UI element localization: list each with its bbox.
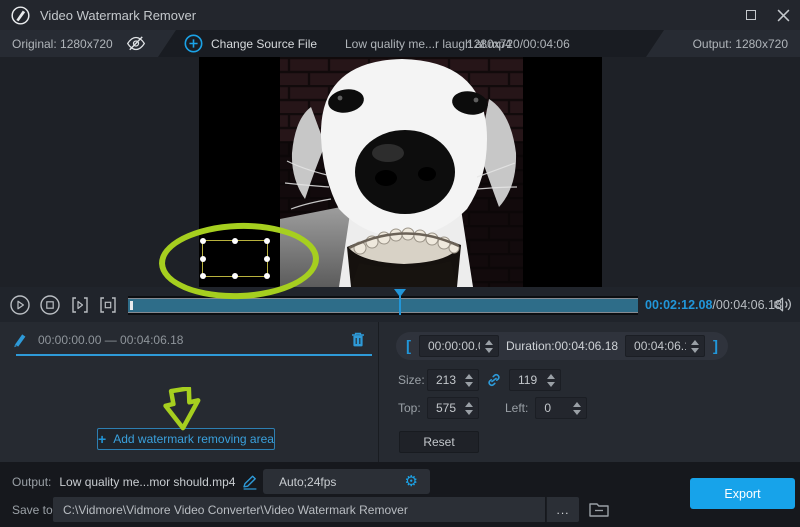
resize-handle[interactable] <box>264 256 270 262</box>
change-source-file-button[interactable]: Change Source File <box>184 30 317 57</box>
resize-handle[interactable] <box>232 238 238 244</box>
set-out-bracket-button[interactable]: ] <box>712 338 719 355</box>
stop-button[interactable] <box>40 295 60 315</box>
start-time-field <box>419 335 499 357</box>
bottom-bar: Output: Low quality me...mor should.mp4 … <box>0 462 800 527</box>
delete-watermark-icon[interactable] <box>350 331 366 348</box>
rename-pencil-icon[interactable] <box>241 474 259 490</box>
export-button[interactable]: Export <box>690 478 795 509</box>
watermark-time-range: 00:00:00.00 — 00:04:06.18 <box>38 333 183 347</box>
resize-handle[interactable] <box>264 273 270 279</box>
set-start-point-button[interactable] <box>70 295 90 315</box>
top-label: Top: <box>398 401 427 415</box>
play-button[interactable] <box>10 295 30 315</box>
resize-handle[interactable] <box>200 256 206 262</box>
open-folder-icon[interactable] <box>588 500 610 518</box>
size-label: Size: <box>398 373 427 387</box>
save-to-label: Save to: <box>12 503 56 517</box>
size-width-input[interactable] <box>428 373 460 387</box>
original-resolution-label: Original: 1280x720 <box>12 37 113 51</box>
maximize-icon <box>746 10 756 20</box>
size-row: Size: <box>398 369 561 391</box>
position-row: Top: Left: <box>398 397 587 419</box>
output-format-combo[interactable]: Auto;24fps ⚙ <box>263 469 430 494</box>
resize-handle[interactable] <box>264 238 270 244</box>
format-settings-gear-icon[interactable]: ⚙ <box>405 474 418 489</box>
video-stage <box>0 57 800 287</box>
left-spinner[interactable] <box>568 402 586 415</box>
middle-panel: 00:00:00.00 — 00:04:06.18 + Add watermar… <box>0 322 800 462</box>
toolbar: Original: 1280x720 Change Source File Lo… <box>0 30 800 57</box>
change-source-label: Change Source File <box>211 37 317 51</box>
current-time: 00:02:12.08 <box>645 298 712 312</box>
left-input[interactable] <box>536 401 568 415</box>
app-logo-icon <box>10 5 31 26</box>
watermark-brush-icon <box>12 331 29 348</box>
selected-track-indicator <box>16 354 372 356</box>
save-to-row: Save to: <box>12 498 56 522</box>
time-range-group: [ Duration:00:04:06.18 ] <box>396 332 728 360</box>
resize-handle[interactable] <box>232 273 238 279</box>
time-display: 00:02:12.08/00:04:06.18 <box>645 287 782 322</box>
watermark-selection-box[interactable] <box>202 240 268 277</box>
original-resolution-segment: Original: 1280x720 <box>0 30 176 57</box>
total-time: /00:04:06.18 <box>712 298 782 312</box>
reset-button[interactable]: Reset <box>399 431 479 453</box>
plus-icon: + <box>98 432 106 446</box>
start-time-spinner[interactable] <box>480 340 498 353</box>
end-time-input[interactable] <box>626 339 686 353</box>
output-label: Output: <box>12 475 51 489</box>
plus-circle-icon <box>184 34 203 53</box>
start-time-input[interactable] <box>420 339 480 353</box>
preview-eye-icon[interactable] <box>126 34 146 53</box>
timeline-slider[interactable] <box>128 298 638 313</box>
size-height-spinner[interactable] <box>542 374 560 387</box>
save-path-input[interactable] <box>53 503 545 517</box>
close-icon <box>777 9 790 22</box>
watermark-track-row[interactable]: 00:00:00.00 — 00:04:06.18 <box>0 325 378 356</box>
resize-handle[interactable] <box>200 238 206 244</box>
window-title: Video Watermark Remover <box>40 8 196 23</box>
output-filename: Low quality me...mor should.mp4 <box>59 475 235 489</box>
set-end-point-button[interactable] <box>98 295 118 315</box>
transport-bar: 00:02:12.08/00:04:06.18 <box>0 287 800 322</box>
volume-icon[interactable] <box>773 296 793 313</box>
size-width-spinner[interactable] <box>460 374 478 387</box>
browse-path-button[interactable]: ... <box>546 497 579 522</box>
top-spinner[interactable] <box>460 402 478 415</box>
app-window: Video Watermark Remover Original: 1280x7… <box>0 0 800 527</box>
lock-aspect-link-icon[interactable] <box>479 372 509 388</box>
size-height-input[interactable] <box>510 373 542 387</box>
top-input[interactable] <box>428 401 460 415</box>
timeline-start-marker <box>130 301 133 310</box>
output-resolution-label: Output: 1280x720 <box>693 37 788 51</box>
size-width-field <box>427 369 479 391</box>
duration-label: Duration:00:04:06.18 <box>506 339 618 353</box>
save-path-field <box>53 497 545 522</box>
add-watermark-area-label: Add watermark removing area <box>113 432 274 446</box>
maximize-button[interactable] <box>744 8 758 22</box>
playhead-handle[interactable] <box>394 289 406 297</box>
output-resolution-segment: Output: 1280x720 <box>646 30 800 57</box>
left-label: Left: <box>505 401 528 415</box>
source-fileinfo: 1280x720/00:04:06 <box>467 30 570 57</box>
panel-divider <box>378 322 379 462</box>
size-height-field <box>509 369 561 391</box>
end-time-field <box>625 335 705 357</box>
resize-handle[interactable] <box>200 273 206 279</box>
output-format-value: Auto;24fps <box>279 475 405 489</box>
top-field <box>427 397 479 419</box>
title-bar: Video Watermark Remover <box>0 0 800 30</box>
close-button[interactable] <box>776 8 790 22</box>
left-field <box>535 397 587 419</box>
end-time-spinner[interactable] <box>686 340 704 353</box>
set-in-bracket-button[interactable]: [ <box>405 338 412 355</box>
add-watermark-area-button[interactable]: + Add watermark removing area <box>97 428 275 450</box>
